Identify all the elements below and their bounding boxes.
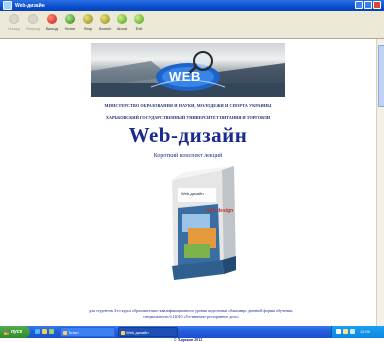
back-button[interactable]: Назад — [6, 12, 22, 36]
tray-clock: 12:00 — [360, 329, 371, 334]
exit-button[interactable]: Выход — [44, 12, 60, 36]
back-icon — [9, 14, 19, 24]
exit-app-label: Exit — [135, 26, 143, 31]
tray-language-icon[interactable] — [350, 329, 355, 334]
forward-icon — [28, 14, 38, 24]
about-button[interactable]: About — [114, 12, 130, 36]
minimize-button[interactable] — [355, 1, 363, 9]
about-label: About — [116, 26, 128, 31]
window-title-bar: Web-дизайн — [0, 0, 384, 11]
taskbar-item-total[interactable]: Тотал — [60, 327, 115, 337]
forward-label: Вперед — [26, 26, 40, 31]
tray-network-icon[interactable] — [336, 329, 341, 334]
maximize-button[interactable] — [364, 1, 372, 9]
search-button[interactable]: Search — [97, 12, 113, 36]
exit-app-icon — [134, 14, 144, 24]
header-banner: WEB — [91, 43, 285, 97]
app-icon — [121, 331, 125, 335]
search-label: Search — [98, 26, 112, 31]
quicklaunch-ie-icon[interactable] — [35, 329, 40, 334]
taskbar-item-web-design[interactable]: Web-дизайн — [118, 327, 178, 337]
quicklaunch-desktop-icon[interactable] — [49, 329, 54, 334]
exit-icon — [47, 14, 57, 24]
close-button[interactable] — [373, 1, 381, 9]
system-tray: 12:00 — [331, 326, 384, 338]
toolbar: Назад Вперед Выход Home Stop Search Abou… — [0, 11, 384, 39]
tray-volume-icon[interactable] — [343, 329, 348, 334]
book-cover-text: web design — [206, 208, 234, 214]
book-cover-image: Web-дизайн web design — [166, 166, 242, 284]
vertical-scrollbar[interactable] — [376, 39, 384, 326]
window-title: Web-дизайн — [15, 2, 45, 9]
stop-label: Stop — [83, 26, 93, 31]
taskbar-item-label: Web-дизайн — [126, 329, 149, 335]
page-title: Web-дизайн — [128, 123, 248, 147]
home-button[interactable]: Home — [62, 12, 78, 36]
window-controls — [355, 1, 381, 9]
taskbar-item-label: Тотал — [68, 329, 79, 335]
start-button[interactable]: пуск — [0, 326, 30, 338]
footer-description: для студентов 4-го курса образовательно-… — [89, 308, 293, 319]
exit-label: Выход — [46, 26, 58, 31]
forward-button[interactable]: Вперед — [25, 12, 41, 36]
stop-icon — [83, 14, 93, 24]
taskbar: пуск Тотал Web-дизайн 12:00 — [0, 326, 384, 338]
back-label: Назад — [8, 26, 20, 31]
home-icon — [65, 14, 75, 24]
book-title-text: Web-дизайн — [181, 191, 204, 196]
search-icon — [100, 14, 110, 24]
stop-button[interactable]: Stop — [80, 12, 96, 36]
home-label: Home — [64, 26, 76, 31]
page-subtitle: Короткий конспект лекций — [153, 153, 223, 159]
about-icon — [117, 14, 127, 24]
scrollbar-thumb[interactable] — [378, 45, 384, 107]
exit-app-button[interactable]: Exit — [131, 12, 147, 36]
university-heading: ХАРЬКОВСКИЙ ГОСУДАРСТВЕННЫЙ УНИВЕРСИТЕТ … — [105, 115, 271, 120]
windows-logo-icon — [4, 329, 9, 335]
content-area: WEB МІНІСТЕРСТВО ОБРАЗОВАНИЯ И НАУКИ, МО… — [0, 39, 376, 342]
app-icon — [63, 331, 67, 335]
start-label: пуск — [11, 329, 23, 335]
banner-logo: WEB — [169, 69, 201, 84]
app-icon — [3, 1, 12, 10]
quicklaunch-folder-icon[interactable] — [42, 329, 47, 334]
ministry-heading: МІНІСТЕРСТВО ОБРАЗОВАНИЯ И НАУКИ, МОЛОДЕ… — [104, 103, 272, 108]
